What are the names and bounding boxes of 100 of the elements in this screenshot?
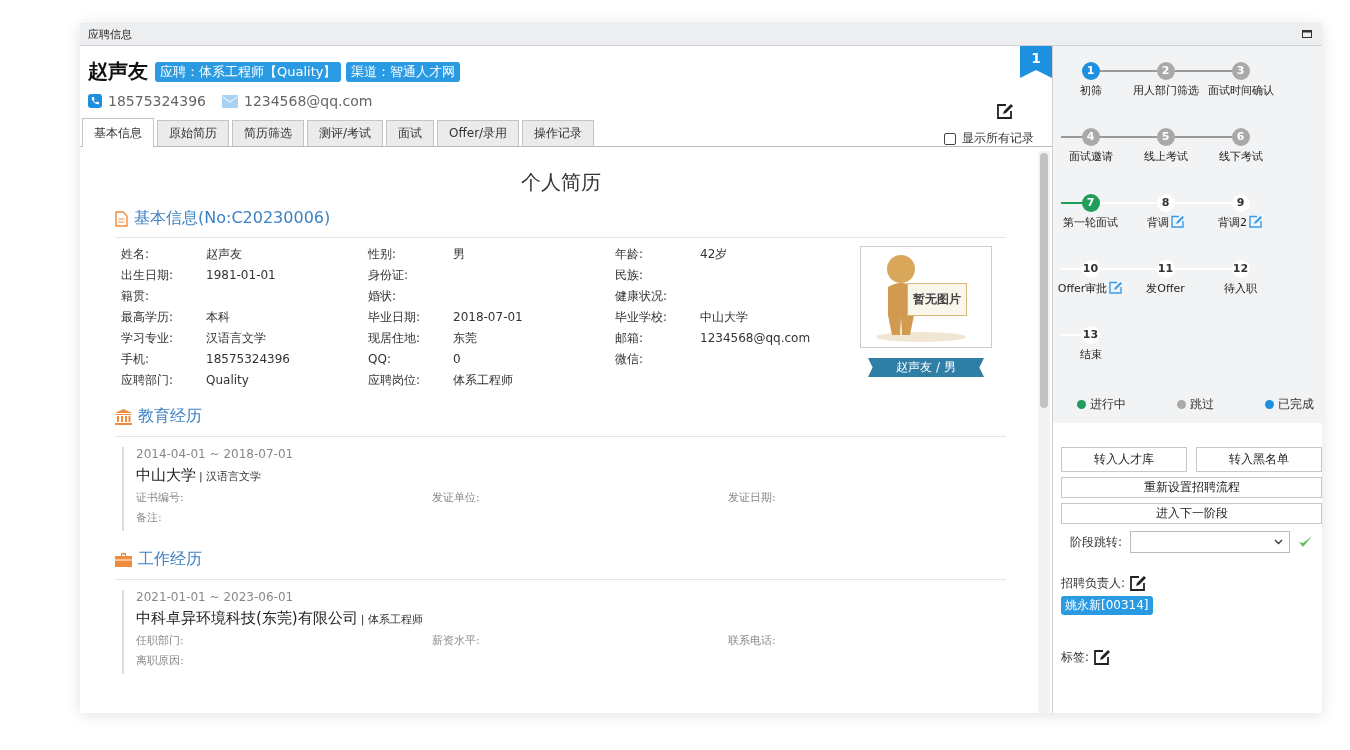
phone-number: 18575324396 — [108, 93, 206, 109]
field-value: 汉语言文学 — [206, 330, 267, 346]
field-label: 籍贯: — [121, 288, 151, 304]
field-value: Quality — [206, 372, 250, 388]
edit-icon[interactable] — [996, 103, 1014, 120]
step-label: 第一轮面试 — [1063, 216, 1118, 229]
document-icon — [115, 210, 128, 227]
field-label: 离职原因: — [136, 653, 185, 668]
tag: 应聘：体系工程师【Quality】 — [155, 61, 342, 82]
bank-icon — [115, 408, 132, 425]
field-label: 阶段跳转: — [1070, 533, 1123, 551]
mail-icon — [222, 94, 238, 108]
field-value: 2018-07-01 — [453, 309, 524, 325]
stage-ribbon: 1 — [1020, 46, 1052, 78]
page-title: 个人简历 — [519, 169, 602, 196]
step-label: 线下考试 — [1218, 150, 1263, 163]
placeholder-sign: 暂无图片 — [907, 283, 967, 316]
stage-select[interactable] — [1130, 531, 1291, 553]
field-label: 学习专业: — [121, 330, 175, 346]
date-range: 2021-01-01 ~ 2023-06-01 — [136, 590, 295, 604]
candidate-name: 赵声友 — [88, 58, 148, 85]
field-label: 现居住地: — [368, 330, 422, 346]
step-number: 6 — [1231, 128, 1250, 146]
step-number: 11 — [1156, 260, 1175, 278]
field-label: 毕业日期: — [368, 309, 422, 325]
step-number: 1 — [1081, 62, 1100, 80]
show-all-checkbox[interactable]: 显示所有记录 — [944, 130, 1034, 147]
step-number: 12 — [1231, 260, 1250, 278]
field-label: 招聘负责人: — [1061, 575, 1126, 592]
step-number: 2 — [1156, 62, 1175, 80]
step-number: 5 — [1156, 128, 1175, 146]
field-label: 毕业学校: — [615, 309, 669, 325]
section-title: 基本信息(No:C20230006) — [134, 208, 331, 229]
field-value: 18575324396 — [206, 351, 291, 367]
tab[interactable]: 测评/考试 — [307, 120, 384, 146]
tag: 渠道：智通人才网 — [346, 61, 461, 82]
field-label: 微信: — [615, 351, 645, 367]
tab[interactable]: Offer/录用 — [437, 120, 520, 146]
field-label: 任职部门: — [136, 633, 185, 648]
step-number: 8 — [1156, 194, 1175, 212]
field-value: 42岁 — [700, 246, 729, 262]
field-label: 备注: — [136, 510, 163, 525]
check-icon[interactable] — [1298, 535, 1314, 549]
field-value: 东莞 — [453, 330, 478, 346]
tab[interactable]: 面试 — [386, 120, 435, 146]
legend-label: 已完成 — [1278, 396, 1314, 413]
restore-icon[interactable] — [1302, 30, 1312, 38]
field-value: 1981-01-01 — [206, 267, 277, 283]
action-button[interactable]: 重新设置招聘流程 — [1061, 477, 1322, 498]
field-label: 发证单位: — [432, 490, 481, 505]
window-title: 应聘信息 — [88, 26, 132, 42]
edit-icon[interactable] — [1129, 575, 1148, 592]
scrollbar[interactable] — [1038, 151, 1050, 713]
field-label: 手机: — [121, 351, 151, 367]
action-button[interactable]: 转入黑名单 — [1196, 447, 1322, 472]
section-title: 工作经历 — [138, 549, 202, 570]
tab[interactable]: 基本信息 — [82, 118, 154, 147]
step-label: 用人部门筛选 — [1132, 84, 1199, 97]
role-text: | 汉语言文学 — [199, 469, 262, 484]
step-label: 面试邀请 — [1068, 150, 1113, 163]
field-label: QQ: — [368, 351, 392, 367]
legend-label: 跳过 — [1190, 396, 1214, 413]
step-label: 背调2 — [1218, 216, 1247, 229]
role-text: | 体系工程师 — [360, 612, 423, 627]
action-button[interactable]: 进入下一阶段 — [1061, 503, 1322, 524]
step-label: Offer审批 — [1057, 282, 1108, 295]
field-label: 婚状: — [368, 288, 398, 304]
organization-name: 中山大学 — [136, 466, 196, 485]
field-value: 本科 — [206, 309, 231, 325]
step-label: 结束 — [1079, 348, 1102, 361]
step-label: 初筛 — [1079, 84, 1102, 97]
field-label: 最高学历: — [121, 309, 175, 325]
email-address: 1234568@qq.com — [244, 93, 373, 109]
chevron-icon — [1274, 539, 1284, 545]
field-value: 1234568@qq.com — [700, 330, 812, 346]
step-number: 3 — [1231, 62, 1250, 80]
organization-name: 中科卓异环境科技(东莞)有限公司 — [136, 609, 358, 628]
field-label: 民族: — [615, 267, 645, 283]
step-label: 待入职 — [1224, 282, 1257, 295]
action-button[interactable]: 转入人才库 — [1061, 447, 1187, 472]
tab[interactable]: 原始简历 — [157, 120, 229, 146]
field-label: 证书编号: — [136, 490, 185, 505]
legend-label: 进行中 — [1090, 396, 1126, 413]
tab[interactable]: 简历筛选 — [232, 120, 304, 146]
field-label: 邮箱: — [615, 330, 645, 346]
field-value: 男 — [453, 246, 466, 262]
field-label: 薪资水平: — [432, 633, 481, 648]
tab[interactable]: 操作记录 — [522, 120, 595, 146]
edit-icon[interactable] — [1093, 649, 1112, 666]
date-range: 2014-04-01 ~ 2018-07-01 — [136, 447, 295, 461]
field-label: 出生日期: — [121, 267, 175, 283]
step-number: 9 — [1231, 194, 1250, 212]
step-number: 13 — [1081, 326, 1100, 344]
field-label: 年龄: — [615, 246, 645, 262]
field-label: 标签: — [1061, 649, 1090, 666]
field-label: 应聘岗位: — [368, 372, 422, 388]
step-number: 4 — [1081, 128, 1100, 146]
step-label: 发Offer — [1146, 282, 1185, 295]
field-label: 应聘部门: — [121, 372, 175, 388]
field-label: 联系电话: — [728, 633, 777, 648]
